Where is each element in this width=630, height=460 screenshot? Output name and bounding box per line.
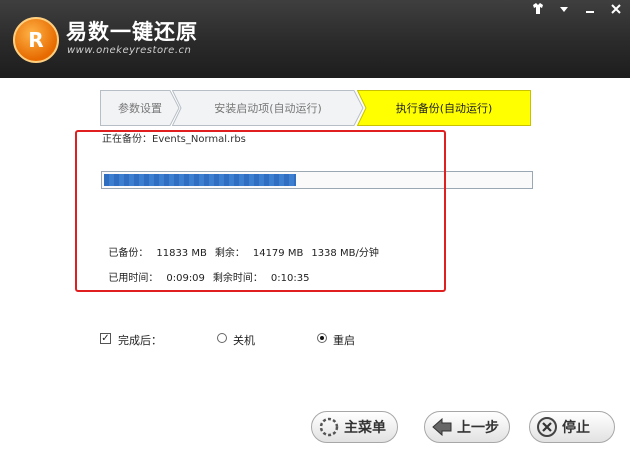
step-parameters[interactable]: 参数设置 [100,90,180,126]
close-icon[interactable] [608,3,624,17]
main-menu-button[interactable]: 主菜单 [311,411,398,443]
stop-icon [537,417,557,437]
step-install-boot-label: 安装启动项(自动运行) [214,102,322,115]
main-menu-icon [319,417,339,437]
menu-icon[interactable] [556,3,572,17]
title-bar: R 易数一键还原 www.onekeyrestore.cn [0,0,630,78]
minimize-icon[interactable] [582,3,598,17]
reboot-radio[interactable] [317,333,327,343]
wizard-steps: 参数设置 安装启动项(自动运行) 执行备份(自动运行) [100,90,531,126]
shutdown-radio[interactable] [217,333,227,343]
step-install-boot[interactable]: 安装启动项(自动运行) [172,90,364,126]
step-parameters-label: 参数设置 [118,102,162,115]
app-title: 易数一键还原 [66,20,198,44]
stop-button[interactable]: 停止 [529,411,615,443]
main-menu-label: 主菜单 [344,420,386,436]
app-url: www.onekeyrestore.cn [67,45,192,56]
annotation-highlight-box [75,130,446,292]
shutdown-label: 关机 [233,334,255,347]
step-execute-backup-label: 执行备份(自动运行) [395,102,493,115]
skin-icon[interactable] [530,3,546,17]
after-completion-label: 完成后： [118,334,162,347]
reboot-label: 重启 [333,334,355,347]
previous-step-button[interactable]: 上一步 [424,411,510,443]
after-completion-checkbox[interactable]: ✓ [100,333,111,344]
step-execute-backup[interactable]: 执行备份(自动运行) [357,90,531,126]
previous-step-label: 上一步 [457,420,499,436]
back-arrow-icon [432,417,452,437]
stop-label: 停止 [562,420,590,436]
app-logo-icon: R [13,17,59,63]
